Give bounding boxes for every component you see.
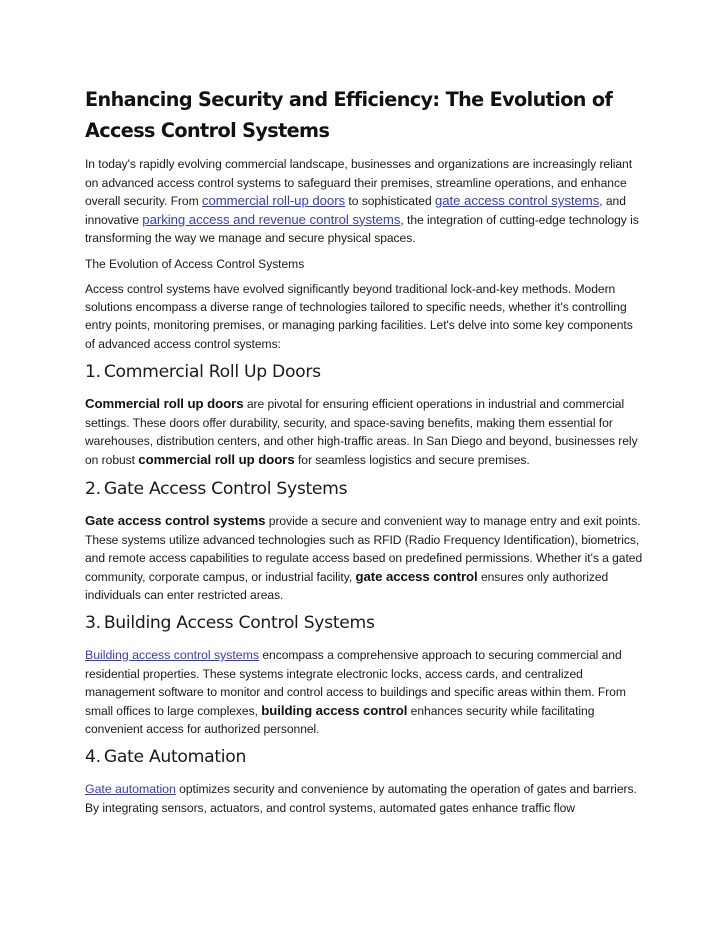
section-title: Gate Access Control Systems (103, 479, 348, 499)
bold-term: Commercial roll up doors (85, 396, 244, 411)
section-title: Commercial Roll Up Doors (103, 362, 321, 382)
section-number: 4. (85, 747, 101, 767)
section-heading: 4. Gate Automation (85, 745, 246, 769)
building-access-control-systems-link[interactable]: Building access control systems (85, 648, 259, 662)
section-heading: 3. Building Access Control Systems (85, 611, 375, 635)
section-text: for seamless logistics and secure premis… (294, 452, 530, 467)
section-paragraph: Gate access control systems provide a se… (85, 512, 645, 605)
subtitle-paragraph: The Evolution of Access Control Systems (85, 257, 305, 271)
intro-text: to sophisticated (345, 194, 435, 208)
section-paragraph: Commercial roll up doors are pivotal for… (85, 395, 645, 469)
bold-term: building access control (261, 702, 408, 718)
bold-term: gate access control (355, 568, 478, 584)
section-title: Gate Automation (103, 747, 247, 767)
section-number: 3. (85, 613, 101, 633)
section-heading: 1. Commercial Roll Up Doors (85, 360, 321, 384)
intro-paragraph: In today's rapidly evolving commercial l… (85, 155, 645, 248)
section-paragraph: Building access control systems encompas… (85, 646, 645, 739)
page-title: Enhancing Security and Efficiency: The E… (85, 88, 613, 142)
gate-access-control-systems-link[interactable]: gate access control systems (435, 193, 599, 208)
section-heading: 2. Gate Access Control Systems (85, 477, 348, 501)
gate-automation-link[interactable]: Gate automation (85, 782, 176, 796)
section-number: 1. (85, 362, 101, 382)
commercial-roll-up-doors-link[interactable]: commercial roll-up doors (202, 193, 345, 208)
bold-term: commercial roll up doors (138, 451, 295, 467)
bold-term: Gate access control systems (85, 513, 266, 528)
section-paragraph: Gate automation optimizes security and c… (85, 780, 645, 817)
parking-access-revenue-control-link[interactable]: parking access and revenue control syste… (142, 212, 400, 227)
section-number: 2. (85, 479, 101, 499)
section-title: Building Access Control Systems (103, 613, 375, 633)
overview-paragraph: Access control systems have evolved sign… (85, 282, 633, 351)
